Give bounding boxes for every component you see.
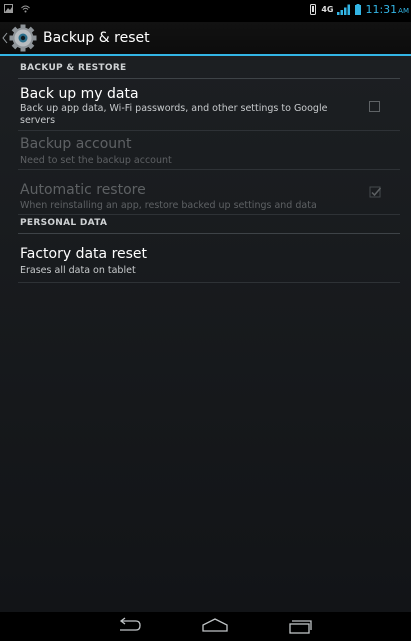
home-icon[interactable]: [200, 615, 230, 637]
back-icon[interactable]: [115, 615, 143, 637]
pref-summary-line-1: Back up app data, Wi-Fi passwords, and o…: [20, 103, 328, 114]
clock: 11:31AM: [365, 3, 409, 16]
pref-factory-data-reset[interactable]: Factory data reset Erases all data on ta…: [18, 236, 400, 283]
section-header-label: BACKUP & RESTORE: [20, 63, 127, 73]
chevron-left-icon: [2, 32, 8, 44]
pref-backup-account[interactable]: Backup account Need to set the backup ac…: [18, 131, 400, 170]
section-header-label: PERSONAL DATA: [20, 218, 108, 228]
status-icons: 4G 11:31AM: [309, 3, 409, 16]
status-bar: 4G 11:31AM: [0, 0, 411, 22]
pref-title: Automatic restore: [20, 182, 146, 198]
settings-list: BACKUP & RESTORE Back up my data Back up…: [0, 56, 411, 612]
automatic-restore-checkbox-checked-icon[interactable]: [369, 186, 382, 199]
gallery-notification-icon: [4, 4, 13, 13]
pref-summary: Erases all data on tablet: [20, 265, 136, 276]
wifi-notification-icon: [21, 5, 30, 13]
page-title: Backup & reset: [43, 30, 150, 46]
pref-summary-line-2: servers: [20, 114, 56, 126]
recent-apps-icon[interactable]: [286, 615, 314, 637]
up-navigation-button[interactable]: [0, 22, 37, 54]
network-type-label: 4G: [321, 5, 334, 14]
clock-time: 11:31: [365, 3, 398, 16]
pref-title: Back up my data: [20, 86, 139, 102]
pref-title: Backup account: [20, 136, 132, 152]
section-header-personal-data: PERSONAL DATA: [18, 216, 400, 234]
pref-summary: Need to set the backup account: [20, 155, 172, 166]
signal-icon: [337, 4, 351, 15]
pref-automatic-restore[interactable]: Automatic restore When reinstalling an a…: [18, 170, 400, 215]
status-notifications: [4, 4, 30, 13]
vibrate-icon: [310, 4, 317, 15]
pref-summary: Back up app data, Wi-Fi passwords, and o…: [20, 103, 327, 126]
battery-icon: [355, 4, 362, 15]
system-navigation-bar: [0, 612, 411, 641]
pref-back-up-my-data[interactable]: Back up my data Back up app data, Wi-Fi …: [18, 81, 400, 131]
pref-title: Factory data reset: [20, 246, 148, 262]
clock-ampm: AM: [398, 7, 409, 15]
backup-data-checkbox[interactable]: [369, 101, 380, 112]
section-header-backup-restore: BACKUP & RESTORE: [18, 61, 400, 79]
settings-gear-icon: [9, 24, 37, 52]
pref-summary: When reinstalling an app, restore backed…: [20, 200, 317, 211]
action-bar: Backup & reset: [0, 22, 411, 56]
